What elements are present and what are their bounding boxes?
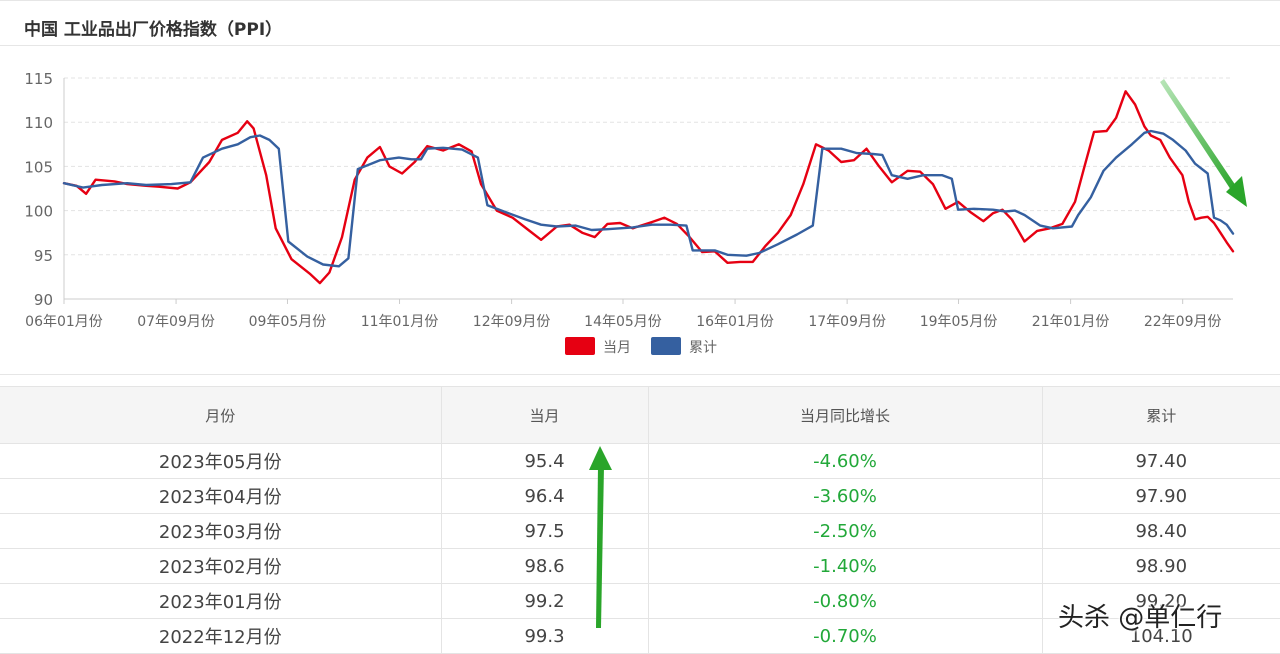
cell-month: 2023年05月份 xyxy=(0,443,442,479)
watermark-text: 头杀 @单仁行 xyxy=(1058,603,1223,633)
x-tick-label: 21年01月份 xyxy=(1032,314,1110,330)
x-tick-label: 22年09月份 xyxy=(1144,314,1222,330)
cell-month: 2023年01月份 xyxy=(0,583,442,619)
cell-month: 2023年02月份 xyxy=(0,548,442,584)
y-tick-label: 100 xyxy=(24,203,53,221)
table-row: 2023年04月份 96.4 -3.60% 97.90 xyxy=(0,478,1280,514)
y-tick-label: 115 xyxy=(24,70,53,88)
legend-swatch-monthly xyxy=(565,337,595,355)
series-line-cumulative xyxy=(62,129,1235,268)
cell-yoy: -0.80% xyxy=(648,583,1043,619)
y-tick-label: 105 xyxy=(24,158,53,176)
y-tick-label: 95 xyxy=(34,247,53,265)
x-tick-label: 12年09月份 xyxy=(473,314,551,330)
divider xyxy=(0,374,1280,375)
legend-label-monthly: 当月 xyxy=(603,340,631,356)
cell-cumulative: 98.40 xyxy=(1042,513,1280,549)
y-tick-label: 110 xyxy=(24,114,53,132)
x-tick-label: 09年05月份 xyxy=(249,314,327,330)
ppi-line-chart: 90 95 100 105 110 115 06年01月份 07年09月份 09年05月份 11年… xyxy=(24,70,1235,356)
y-tick-label: 90 xyxy=(34,291,53,309)
cell-month: 2022年12月份 xyxy=(0,618,442,654)
cell-yoy: -0.70% xyxy=(648,618,1043,654)
table-row: 2023年02月份 98.6 -1.40% 98.90 xyxy=(0,548,1280,584)
cell-current: 99.2 xyxy=(441,583,649,619)
cell-yoy: -3.60% xyxy=(648,478,1043,514)
cell-cumulative: 97.40 xyxy=(1042,443,1280,479)
legend-label-cumulative: 累计 xyxy=(689,340,717,356)
cell-current: 97.5 xyxy=(441,513,649,549)
x-tick-label: 16年01月份 xyxy=(696,314,774,330)
x-tick-label: 14年05月份 xyxy=(584,314,662,330)
cell-yoy: -1.40% xyxy=(648,548,1043,584)
chart-header: 中国 工业品出厂价格指数（PPI） xyxy=(0,0,1280,46)
table-header-row: 月份 当月 当月同比增长 累计 xyxy=(0,386,1280,444)
legend-swatch-cumulative xyxy=(651,337,681,355)
table-row: 2023年05月份 95.4 -4.60% 97.40 xyxy=(0,443,1280,479)
x-tick-label: 17年09月份 xyxy=(808,314,886,330)
table-row: 2023年03月份 97.5 -2.50% 98.40 xyxy=(0,513,1280,549)
column-header-current[interactable]: 当月 xyxy=(441,386,649,444)
column-header-month[interactable]: 月份 xyxy=(0,386,442,444)
column-header-cumulative[interactable]: 累计 xyxy=(1042,386,1280,444)
x-tick-label: 07年09月份 xyxy=(137,314,215,330)
cell-month: 2023年03月份 xyxy=(0,513,442,549)
x-tick-label: 06年01月份 xyxy=(25,314,103,330)
x-tick-label: 11年01月份 xyxy=(361,314,439,330)
cell-month: 2023年04月份 xyxy=(0,478,442,514)
cell-current: 96.4 xyxy=(441,478,649,514)
cell-cumulative: 97.90 xyxy=(1042,478,1280,514)
cell-yoy: -4.60% xyxy=(648,443,1043,479)
page-title: 中国 工业品出厂价格指数（PPI） xyxy=(24,20,283,40)
column-header-yoy[interactable]: 当月同比增长 xyxy=(648,386,1043,444)
x-tick-label: 19年05月份 xyxy=(920,314,998,330)
cell-yoy: -2.50% xyxy=(648,513,1043,549)
cell-current: 95.4 xyxy=(441,443,649,479)
cell-current: 98.6 xyxy=(441,548,649,584)
cell-current: 99.3 xyxy=(441,618,649,654)
cell-cumulative: 98.90 xyxy=(1042,548,1280,584)
